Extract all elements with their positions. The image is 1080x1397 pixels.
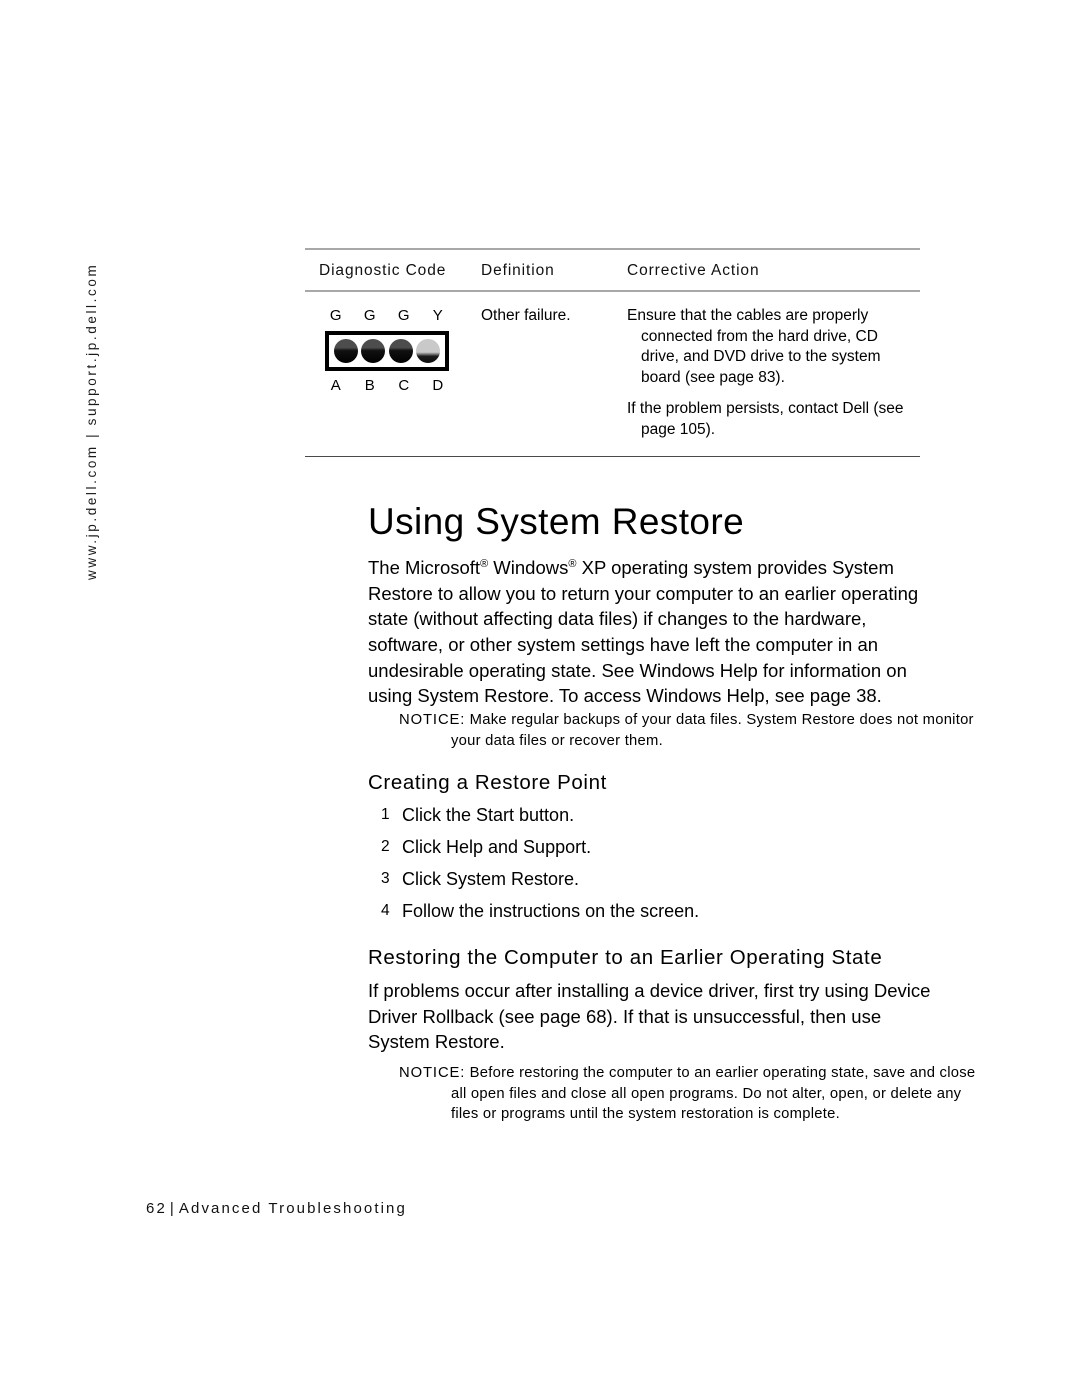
column-header-corrective-action: Corrective Action (627, 262, 760, 279)
registered-mark-microsoft: ® (480, 558, 489, 570)
restore-point-steps-list: 1 Click the Start button. 2 Click Help a… (368, 803, 928, 931)
notice-label-2: NOTICE: (399, 1065, 466, 1081)
footer-page-number: 62 (146, 1200, 167, 1217)
led-position-labels: A B C D (325, 376, 449, 397)
column-header-diagnostic-code: Diagnostic Code (319, 262, 447, 279)
table-rule-bottom (305, 456, 920, 457)
intro-text-part-1: The Microsoft (368, 557, 481, 579)
intro-paragraph: The Microsoft® Windows® XP operating sys… (368, 552, 946, 709)
step-number: 3 (381, 870, 390, 887)
led-color-label-3: G (397, 307, 411, 324)
notice-block-before-restoring: NOTICE: Before restoring the computer to… (399, 1063, 979, 1125)
step-text: Click System Restore. (402, 869, 580, 889)
led-position-label-b: B (364, 376, 376, 394)
subheading-restoring-computer: Restoring the Computer to an Earlier Ope… (368, 946, 883, 969)
document-page: www.jp.dell.com | support.jp.dell.com Di… (0, 0, 1080, 1397)
subheading-creating-restore-point: Creating a Restore Point (368, 771, 607, 794)
led-indicator-panel (325, 330, 449, 371)
led-indicator-a (333, 338, 358, 363)
led-position-label-c: C (398, 376, 410, 394)
table-row: G G G Y A B C D Other failure. Ensure th… (305, 292, 920, 456)
notice-text-1: Make regular backups of your data files.… (451, 712, 974, 749)
page-title: Using System Restore (368, 501, 745, 542)
step-text: Follow the instructions on the screen. (402, 901, 700, 921)
notice-text-2: Before restoring the computer to an earl… (451, 1065, 976, 1122)
step-text: Click the Start button. (402, 805, 575, 825)
led-color-label-2: G (363, 307, 377, 324)
notice-label-1: NOTICE: (399, 712, 466, 728)
led-position-label-d: D (432, 376, 444, 394)
sidebar-vertical-url: www.jp.dell.com | support.jp.dell.com (84, 262, 99, 580)
led-color-label-1: G (329, 307, 343, 324)
led-indicator-c (388, 338, 413, 363)
table-header-row: Diagnostic Code Definition Corrective Ac… (305, 250, 920, 290)
list-item: 1 Click the Start button. (368, 803, 928, 827)
led-indicator-d (416, 338, 441, 363)
step-number: 1 (381, 806, 390, 823)
cell-corrective-action: Ensure that the cables are properly conn… (627, 306, 920, 440)
led-indicator-b (361, 338, 386, 363)
list-item: 4 Follow the instructions on the screen. (368, 899, 928, 923)
corrective-action-paragraph-2: If the problem persists, contact Dell (s… (627, 400, 904, 438)
intro-text-part-3: XP operating system provides System Rest… (368, 557, 919, 707)
body-paragraph-device-driver: If problems occur after installing a dev… (368, 980, 931, 1053)
led-color-label-4: Y (432, 307, 444, 324)
page-footer: 62 | Advanced Troubleshooting (146, 1200, 407, 1217)
cell-definition: Other failure. (481, 307, 571, 324)
list-item: 2 Click Help and Support. (368, 835, 928, 859)
column-header-definition: Definition (481, 262, 555, 279)
list-item: 3 Click System Restore. (368, 867, 928, 891)
cell-diagnostic-code: G G G Y A B C D (319, 306, 481, 440)
step-number: 4 (381, 902, 390, 919)
footer-section-title: Advanced Troubleshooting (178, 1200, 407, 1217)
notice-block-backups: NOTICE: Make regular backups of your dat… (399, 710, 979, 751)
step-number: 2 (381, 838, 390, 855)
diagnostic-code-table: Diagnostic Code Definition Corrective Ac… (305, 248, 920, 457)
corrective-action-paragraph-1: Ensure that the cables are properly conn… (627, 307, 881, 386)
footer-separator: | (169, 1200, 176, 1217)
led-position-label-a: A (330, 376, 342, 394)
led-color-labels: G G G Y (325, 306, 449, 327)
step-text: Click Help and Support. (402, 837, 592, 857)
intro-text-part-2: Windows (488, 557, 569, 579)
